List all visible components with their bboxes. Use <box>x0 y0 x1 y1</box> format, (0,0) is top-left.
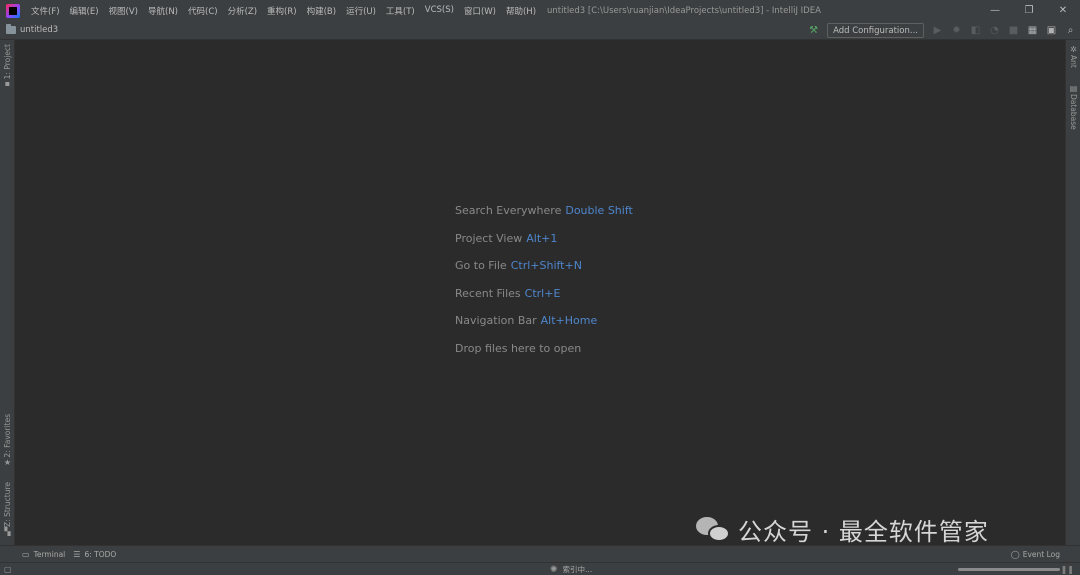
add-configuration-button[interactable]: Add Configuration... <box>827 23 924 38</box>
project-structure-icon[interactable]: ▦ <box>1023 21 1042 40</box>
event-log-label: Event Log <box>1022 550 1060 559</box>
hint-label: Search Everywhere <box>455 204 562 217</box>
tab-ant[interactable]: ✲ Ant <box>1066 45 1080 68</box>
tab-todo-label: 6: TODO <box>84 549 117 559</box>
search-icon[interactable]: ⌕ <box>1061 21 1080 40</box>
title-bar: 文件(F) 编辑(E) 视图(V) 导航(N) 代码(C) 分析(Z) 重构(R… <box>0 0 1080 21</box>
hint-search-everywhere: Search Everywhere Double Shift <box>455 204 633 232</box>
stop-icon[interactable]: ■ <box>1004 21 1023 40</box>
progress-fill <box>958 568 1060 571</box>
run-toolbar: ⚒ Add Configuration... ▶ ✹ ◧ ◔ ■ ▦ ▣ ⌕ <box>804 21 1080 40</box>
indexing-status: ✺ 索引中... <box>550 563 592 575</box>
status-bar: ▢ ✺ 索引中... ❚❚ <box>0 562 1080 575</box>
tab-todo[interactable]: ☰ 6: TODO <box>73 550 116 559</box>
hint-shortcut: Ctrl+Shift+N <box>510 259 582 272</box>
hint-recent-files: Recent Files Ctrl+E <box>455 287 633 315</box>
hint-drop-files: Drop files here to open <box>455 342 633 370</box>
debug-icon[interactable]: ✹ <box>947 21 966 40</box>
window-controls: — ❐ ✕ <box>978 0 1080 21</box>
project-folder-icon <box>6 24 16 34</box>
hint-label: Navigation Bar <box>455 314 537 327</box>
hint-shortcut: Double Shift <box>565 204 633 217</box>
menu-code[interactable]: 代码(C) <box>183 5 223 17</box>
minimize-button[interactable]: — <box>978 0 1012 21</box>
spinner-icon: ✺ <box>550 564 558 575</box>
tab-favorites-label: 2: Favorites <box>3 414 12 458</box>
hint-shortcut: Ctrl+E <box>524 286 561 300</box>
toggle-tool-windows-icon[interactable]: ▢ <box>4 563 12 575</box>
indexing-progress-bar <box>958 568 1060 571</box>
run-icon[interactable]: ▶ <box>928 21 947 40</box>
event-log-button[interactable]: ◯ Event Log <box>1011 546 1060 563</box>
tab-terminal-label: Terminal <box>33 549 66 559</box>
todo-list-icon: ☰ <box>73 549 81 559</box>
window-title: untitled3 [C:\Users\ruanjian\IdeaProject… <box>547 5 821 16</box>
hint-project-view: Project View Alt+1 <box>455 232 633 260</box>
close-button[interactable]: ✕ <box>1046 0 1080 21</box>
right-tool-strip: ✲ Ant ▤ Database <box>1065 40 1080 545</box>
tab-favorites[interactable]: 2: Favorites ★ <box>0 414 15 468</box>
menu-vcs[interactable]: VCS(S) <box>420 5 459 17</box>
bottom-tool-tabs: ▭ Terminal ☰ 6: TODO ◯ Event Log <box>0 545 1080 562</box>
project-name: untitled3 <box>20 25 59 35</box>
tab-project-label: 1: Project <box>3 44 12 80</box>
hint-shortcut: Alt+Home <box>540 314 598 327</box>
menu-window[interactable]: 窗口(W) <box>459 5 501 17</box>
tab-structure[interactable]: Z: Structure ▚ <box>0 482 15 537</box>
watermark: 公众号 · 最全软件管家 <box>696 512 989 547</box>
menu-tools[interactable]: 工具(T) <box>381 5 420 17</box>
ant-icon: ✲ <box>1070 45 1077 54</box>
breadcrumb[interactable]: untitled3 <box>6 24 59 35</box>
menu-run[interactable]: 运行(U) <box>341 5 381 17</box>
hint-go-to-file: Go to File Ctrl+Shift+N <box>455 259 633 287</box>
tab-database[interactable]: ▤ Database <box>1066 84 1080 130</box>
editor-empty-area[interactable]: Search Everywhere Double Shift Project Vi… <box>15 40 1065 545</box>
watermark-text: 公众号 · 最全软件管家 <box>738 518 989 546</box>
hint-label: Go to File <box>455 259 507 272</box>
tab-project[interactable]: 1: Project ▪ <box>0 44 15 89</box>
star-icon: ★ <box>3 457 12 467</box>
hint-label: Drop files here to open <box>455 341 582 355</box>
indexing-label: 索引中... <box>562 565 593 574</box>
tab-ant-label: Ant <box>1069 55 1078 68</box>
menu-navigate[interactable]: 导航(N) <box>143 5 183 17</box>
hint-label: Recent Files <box>455 286 521 300</box>
intellij-logo-icon <box>6 3 20 18</box>
folder-icon: ▪ <box>4 79 11 89</box>
terminal-icon: ▭ <box>22 549 30 559</box>
coverage-icon[interactable]: ◧ <box>966 21 985 40</box>
hint-navigation-bar: Navigation Bar Alt+Home <box>455 314 633 342</box>
restore-button[interactable]: ❐ <box>1012 0 1046 21</box>
menu-edit[interactable]: 编辑(E) <box>65 5 104 17</box>
main-menu: 文件(F) 编辑(E) 视图(V) 导航(N) 代码(C) 分析(Z) 重构(R… <box>26 5 541 17</box>
tab-terminal[interactable]: ▭ Terminal <box>22 550 65 559</box>
menu-build[interactable]: 构建(B) <box>302 5 341 17</box>
menu-file[interactable]: 文件(F) <box>26 5 65 17</box>
hint-label: Project View <box>455 231 523 245</box>
left-tool-strip: 1: Project ▪ 2: Favorites ★ Z: Structure… <box>0 40 15 545</box>
profile-icon[interactable]: ◔ <box>985 21 1004 40</box>
wechat-logo-icon <box>696 515 732 545</box>
menu-help[interactable]: 帮助(H) <box>501 5 541 17</box>
hint-shortcut: Alt+1 <box>526 231 558 245</box>
navigation-toolbar: untitled3 ⚒ Add Configuration... ▶ ✹ ◧ ◔… <box>0 21 1080 40</box>
tab-database-label: Database <box>1069 94 1078 130</box>
pause-icon[interactable]: ❚❚ <box>1061 563 1074 575</box>
tab-structure-label: Z: Structure <box>3 482 12 527</box>
database-icon: ▤ <box>1069 84 1078 93</box>
hammer-icon[interactable]: ⚒ <box>804 21 823 40</box>
structure-icon: ▚ <box>4 526 11 536</box>
menu-analyze[interactable]: 分析(Z) <box>223 5 262 17</box>
menu-view[interactable]: 视图(V) <box>104 5 143 17</box>
layout-icon[interactable]: ▣ <box>1042 21 1061 40</box>
event-log-icon: ◯ <box>1010 550 1020 559</box>
menu-refactor[interactable]: 重构(R) <box>262 5 302 17</box>
empty-editor-hints: Search Everywhere Double Shift Project Vi… <box>455 204 633 369</box>
